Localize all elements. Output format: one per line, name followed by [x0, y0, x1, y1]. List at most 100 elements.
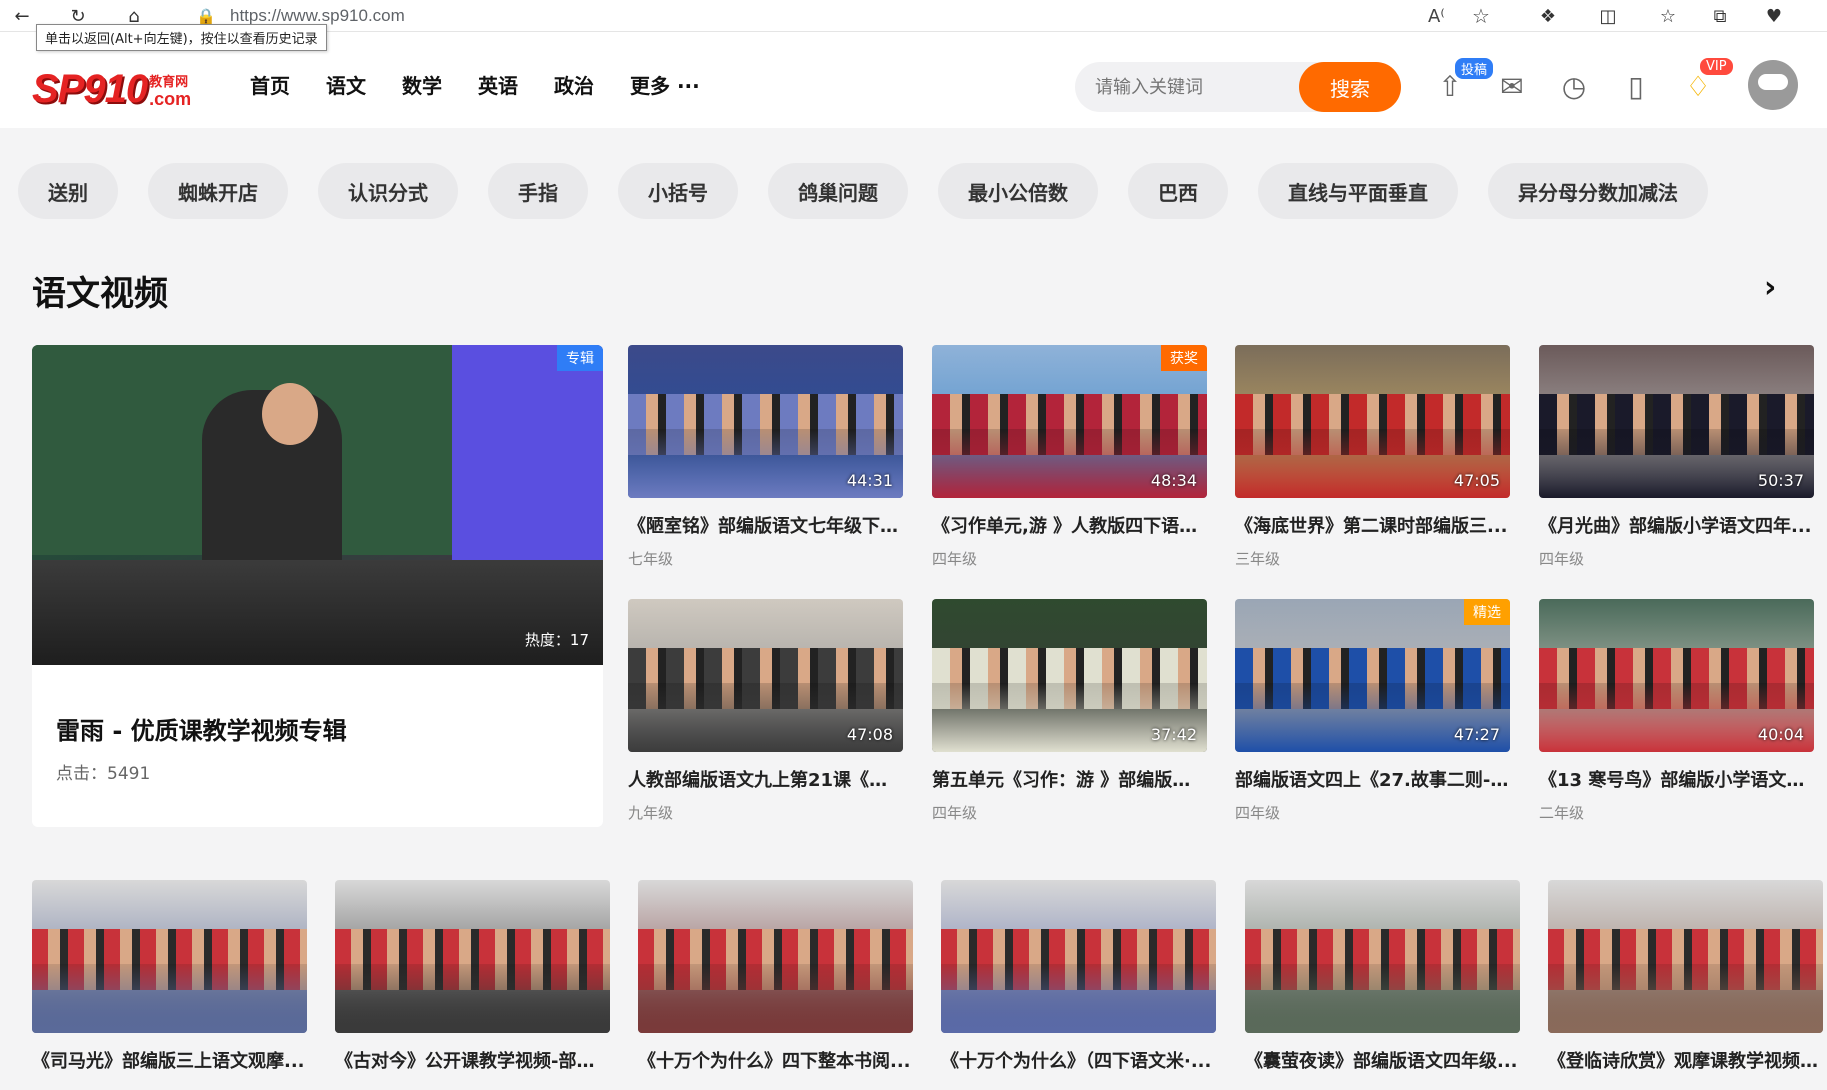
video-card[interactable]: 精选 47:27 部编版语文四上《27.故事二则-... 四年级 [1235, 599, 1510, 823]
video-card[interactable]: 《囊萤夜读》部编版语文四年级... [1245, 880, 1520, 1073]
video-title[interactable]: 《囊萤夜读》部编版语文四年级... [1245, 1047, 1520, 1073]
video-title[interactable]: 《司马光》部编版三上语文观摩... [32, 1047, 307, 1073]
video-card[interactable]: 47:05 《海底世界》第二课时部编版三... 三年级 [1235, 345, 1510, 569]
video-duration: 48:34 [1150, 471, 1197, 490]
video-card[interactable]: 《登临诗欣赏》观摩课教学视频-... [1548, 880, 1823, 1073]
featured-album-card[interactable]: 专辑 热度：17 雷雨 - 优质课教学视频专辑 点击：5491 [32, 345, 603, 827]
video-thumbnail[interactable]: 精选 47:27 [1235, 599, 1510, 752]
video-card[interactable]: 获奖 48:34 《习作单元,游 》人教版四下语文... 四年级 [932, 345, 1207, 569]
tag-item[interactable]: 鸽巢问题 [768, 163, 908, 219]
tag-item[interactable]: 送别 [18, 163, 118, 219]
video-card[interactable]: 《十万个为什么》四下整本书阅... [638, 880, 913, 1073]
mail-icon[interactable]: ✉ [1494, 68, 1530, 104]
featured-clicks: 点击：5491 [56, 764, 151, 784]
video-title[interactable]: 《十万个为什么》（四下语文米·... [941, 1047, 1216, 1073]
video-card[interactable]: 37:42 第五单元《习作：游 》部编版语... 四年级 [932, 599, 1207, 823]
video-card[interactable]: 《司马光》部编版三上语文观摩... [32, 880, 307, 1073]
video-thumbnail[interactable] [32, 880, 307, 1033]
chevron-right-icon[interactable]: › [1764, 270, 1776, 305]
back-icon[interactable]: ← [10, 4, 34, 28]
nav-politics[interactable]: 政治 [554, 70, 594, 99]
video-grade: 三年级 [1235, 550, 1281, 568]
video-duration: 47:08 [846, 725, 893, 744]
teacher-head-image [262, 383, 318, 445]
video-card[interactable]: 44:31 《陋室铭》部编版语文七年级下册... 七年级 [628, 345, 903, 569]
favorites-list-icon[interactable]: ☆ [1656, 4, 1680, 28]
video-card[interactable]: 《古对今》公开课教学视频-部编... [335, 880, 610, 1073]
video-grade: 二年级 [1539, 804, 1585, 822]
video-title[interactable]: 人教部编版语文九上第21课《智... [628, 766, 903, 792]
video-thumbnail[interactable]: 37:42 [932, 599, 1207, 752]
video-thumbnail[interactable] [335, 880, 610, 1033]
video-thumbnail[interactable] [1548, 880, 1823, 1033]
video-title[interactable]: 第五单元《习作：游 》部编版语... [932, 766, 1207, 792]
desk-image [941, 964, 1216, 1033]
nav-english[interactable]: 英语 [478, 70, 518, 99]
featured-thumbnail[interactable]: 专辑 热度：17 [32, 345, 603, 665]
desk-image [638, 964, 913, 1033]
video-thumbnail[interactable]: 47:05 [1235, 345, 1510, 498]
video-title[interactable]: 《13 寒号鸟》部编版小学语文二... [1539, 766, 1814, 792]
search-button[interactable]: 搜索 [1299, 62, 1401, 112]
search-input[interactable] [1093, 62, 1283, 112]
nav-home[interactable]: 首页 [250, 70, 290, 99]
split-icon[interactable]: ◫ [1596, 4, 1620, 28]
tag-item[interactable]: 认识分式 [318, 163, 458, 219]
favorite-icon[interactable]: ☆ [1472, 4, 1490, 28]
video-title[interactable]: 《陋室铭》部编版语文七年级下册... [628, 512, 903, 538]
video-title[interactable]: 《古对今》公开课教学视频-部编... [335, 1047, 610, 1073]
mobile-icon[interactable]: ▯ [1618, 68, 1654, 104]
nav-more[interactable]: 更多 ··· [630, 70, 700, 99]
video-grade: 九年级 [628, 804, 674, 822]
address-bar[interactable]: 🔒 https://www.sp910.com A⁽ ☆ [190, 2, 1530, 30]
tag-item[interactable]: 异分母分数加减法 [1488, 163, 1708, 219]
video-duration: 40:04 [1757, 725, 1804, 744]
video-card[interactable]: 47:08 人教部编版语文九上第21课《智... 九年级 [628, 599, 903, 823]
health-icon[interactable]: ♥ [1762, 4, 1786, 28]
video-title[interactable]: 《十万个为什么》四下整本书阅... [638, 1047, 913, 1073]
video-thumbnail[interactable]: 50:37 [1539, 345, 1814, 498]
tag-item[interactable]: 最小公倍数 [938, 163, 1098, 219]
tag-item[interactable]: 蜘蛛开店 [148, 163, 288, 219]
nav-math[interactable]: 数学 [402, 70, 442, 99]
extensions-icon[interactable]: ❖ [1536, 4, 1560, 28]
tag-item[interactable]: 手指 [488, 163, 588, 219]
desk-image [1548, 964, 1823, 1033]
video-thumbnail[interactable]: 44:31 [628, 345, 903, 498]
tag-item[interactable]: 小括号 [618, 163, 738, 219]
video-grade: 四年级 [932, 550, 978, 568]
hot-tags: 送别 蜘蛛开店 认识分式 手指 小括号 鸽巢问题 最小公倍数 巴西 直线与平面垂… [18, 163, 1738, 219]
tag-item[interactable]: 直线与平面垂直 [1258, 163, 1458, 219]
video-title[interactable]: 《登临诗欣赏》观摩课教学视频-... [1548, 1047, 1823, 1073]
video-thumbnail[interactable]: 获奖 48:34 [932, 345, 1207, 498]
video-duration: 47:27 [1453, 725, 1500, 744]
video-grade: 四年级 [932, 804, 978, 822]
back-tooltip: 单击以返回(Alt+向左键)，按住以查看历史记录 [36, 24, 327, 51]
video-title[interactable]: 《月光曲》部编版小学语文四年... [1539, 512, 1814, 538]
video-card[interactable]: 《十万个为什么》（四下语文米·... [941, 880, 1216, 1073]
video-thumbnail[interactable] [1245, 880, 1520, 1033]
video-title[interactable]: 部编版语文四上《27.故事二则-... [1235, 766, 1510, 792]
nav-chinese[interactable]: 语文 [326, 70, 366, 99]
vip-badge: VIP [1700, 58, 1733, 75]
projector-screen-image [452, 345, 603, 565]
video-card[interactable]: 40:04 《13 寒号鸟》部编版小学语文二... 二年级 [1539, 599, 1814, 823]
section-title: 语文视频 [32, 274, 168, 314]
desk-image [335, 964, 610, 1033]
read-aloud-icon[interactable]: A⁽ [1428, 6, 1445, 27]
video-duration: 37:42 [1150, 725, 1197, 744]
tag-item[interactable]: 巴西 [1128, 163, 1228, 219]
collections-icon[interactable]: ⧉ [1708, 4, 1732, 28]
video-card[interactable]: 50:37 《月光曲》部编版小学语文四年... 四年级 [1539, 345, 1814, 569]
video-thumbnail[interactable] [941, 880, 1216, 1033]
featured-title[interactable]: 雷雨 - 优质课教学视频专辑 [56, 711, 347, 746]
video-title[interactable]: 《海底世界》第二课时部编版三... [1235, 512, 1510, 538]
video-thumbnail[interactable]: 47:08 [628, 599, 903, 752]
video-title[interactable]: 《习作单元,游 》人教版四下语文... [932, 512, 1207, 538]
video-grade: 四年级 [1539, 550, 1585, 568]
history-icon[interactable]: ◷ [1556, 68, 1592, 104]
avatar[interactable] [1748, 60, 1798, 110]
video-thumbnail[interactable]: 40:04 [1539, 599, 1814, 752]
site-logo[interactable]: SP910 教育网 .com [32, 60, 191, 112]
video-thumbnail[interactable] [638, 880, 913, 1033]
